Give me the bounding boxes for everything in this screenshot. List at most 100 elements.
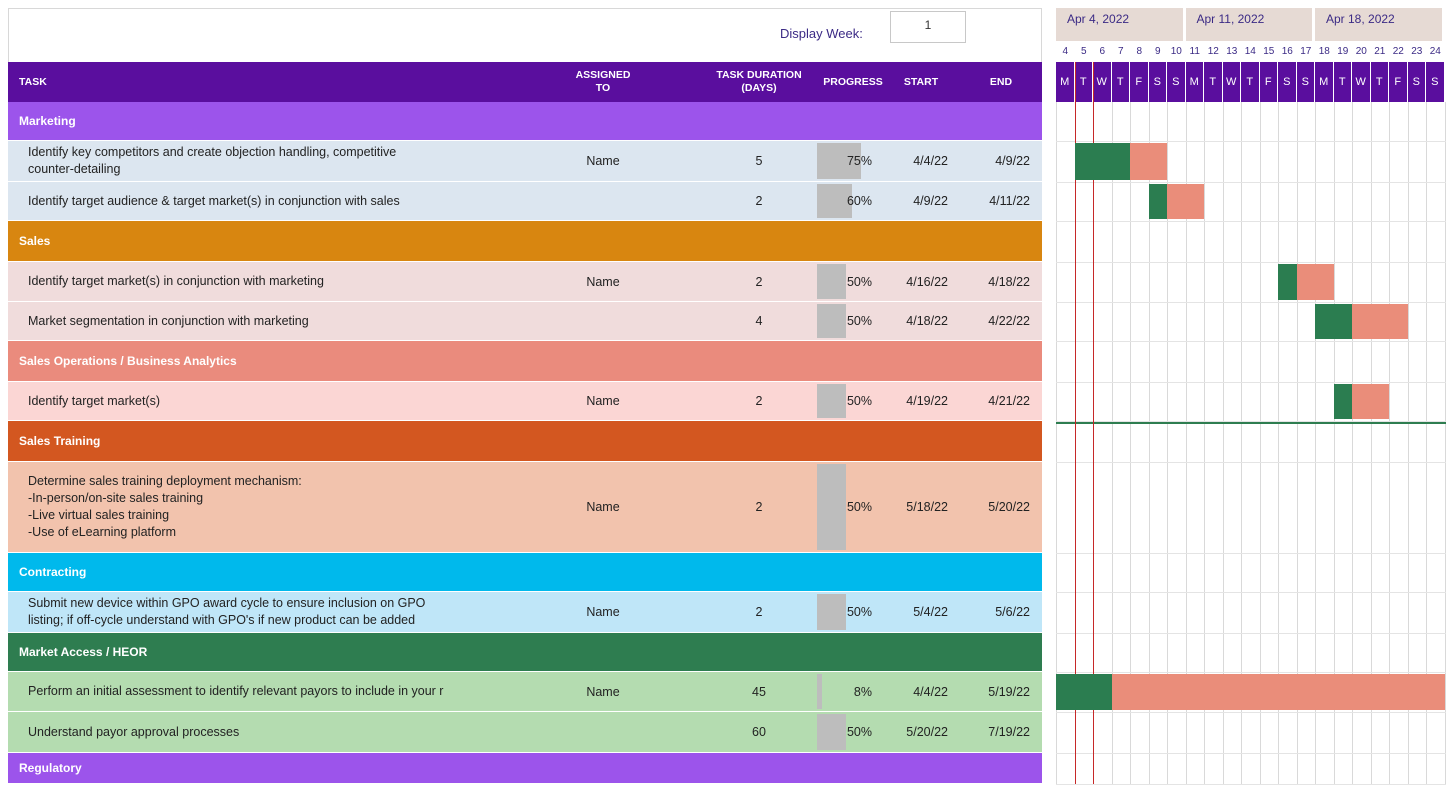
task-name: Determine sales training deployment mech… [28, 474, 302, 539]
gantt-row-line [1056, 302, 1446, 303]
gantt-bar-remaining[interactable] [1296, 264, 1334, 300]
start-date: 4/18/22 [906, 314, 948, 328]
task-row[interactable]: Market segmentation in conjunction with … [8, 302, 1042, 341]
day-number: 5 [1080, 46, 1087, 57]
day-letter: T [1333, 62, 1352, 102]
week-label: Apr 18, 2022 [1315, 8, 1442, 41]
progress-percent: 50% [846, 500, 872, 514]
col-progress[interactable]: PROGRESS [817, 62, 889, 102]
task-row[interactable]: Understand payor approval processes 60 50%… [8, 712, 1042, 753]
task-duration: 4 [755, 314, 763, 328]
progress-bar-fill [817, 304, 846, 338]
top-bar [8, 8, 1042, 62]
progress-cell: 50% [817, 382, 886, 420]
progress-percent: 50% [846, 314, 872, 328]
day-letter: S [1426, 62, 1445, 102]
day-number: 7 [1117, 46, 1124, 57]
task-row[interactable]: Perform an initial assessment to identif… [8, 672, 1042, 712]
day-number: 11 [1189, 46, 1200, 57]
day-letter: W [1222, 62, 1241, 102]
day-number: 13 [1226, 46, 1238, 57]
gantt-bar-completed[interactable] [1278, 264, 1297, 300]
day-letter: S [1167, 62, 1186, 102]
start-date: 5/4/22 [913, 605, 948, 619]
gantt-bar-remaining[interactable] [1111, 674, 1445, 710]
gantt-row-line [1056, 141, 1446, 142]
assigned-to: Name [586, 684, 620, 699]
col-task[interactable]: TASK [19, 62, 99, 102]
category-row[interactable]: Contracting [8, 553, 1042, 592]
category-row[interactable]: Market Access / HEOR [8, 633, 1042, 672]
task-duration: 5 [755, 154, 763, 168]
day-letter: T [1204, 62, 1223, 102]
day-letter: S [1296, 62, 1315, 102]
day-letter: M [1056, 62, 1075, 102]
day-number: 17 [1300, 46, 1312, 57]
day-number: 8 [1136, 46, 1143, 57]
column-header: TASK ASSIGNED TO TASK DURATION (DAYS) PR… [8, 62, 1042, 102]
col-end[interactable]: END [976, 62, 1026, 102]
day-number: 14 [1244, 46, 1256, 57]
progress-cell: 8% [817, 672, 886, 711]
col-assigned-to[interactable]: ASSIGNED TO [560, 62, 646, 102]
category-row[interactable]: Sales Training [8, 421, 1042, 462]
gantt-bar-completed[interactable] [1148, 184, 1167, 219]
gantt-row-line [1056, 672, 1446, 673]
day-letter: W [1093, 62, 1112, 102]
category-row[interactable]: Marketing [8, 102, 1042, 141]
gantt-bar-completed[interactable] [1333, 384, 1352, 419]
gantt-chart: Apr 4, 2022 Apr 11, 2022 Apr 18, 2022 4 5 6 7 8… [1056, 8, 1446, 785]
gantt-row-line [1056, 262, 1446, 263]
category-row[interactable]: Sales [8, 221, 1042, 262]
progress-percent: 50% [846, 274, 872, 289]
day-number: 6 [1099, 46, 1106, 57]
task-row[interactable]: Identify target audience & target market… [8, 182, 1042, 221]
start-date: 4/19/22 [906, 394, 948, 408]
task-row[interactable]: Identify target market(s) Name 2 50% 4/19/22… [8, 382, 1042, 421]
gantt-gridline [1444, 102, 1446, 784]
day-number: 23 [1411, 46, 1423, 57]
task-row[interactable]: Identify key competitors and create obje… [8, 141, 1042, 182]
gantt-row-line [1056, 341, 1446, 342]
day-number: 4 [1062, 46, 1069, 57]
gantt-bar-remaining[interactable] [1352, 304, 1408, 339]
category-name: Sales [19, 234, 51, 248]
progress-cell: 50% [817, 262, 886, 301]
end-date: 4/9/22 [995, 154, 1030, 168]
category-name: Contracting [19, 565, 87, 579]
progress-percent: 75% [846, 154, 872, 168]
gantt-bar-remaining[interactable] [1352, 384, 1389, 419]
day-letter: M [1315, 62, 1334, 102]
col-task-duration[interactable]: TASK DURATION (DAYS) [708, 62, 810, 102]
gantt-bar-completed[interactable] [1315, 304, 1352, 339]
day-letter: F [1130, 62, 1149, 102]
day-number: 22 [1392, 46, 1404, 57]
day-letter: F [1259, 62, 1278, 102]
category-name: Market Access / HEOR [19, 645, 148, 659]
progress-cell: 50% [817, 302, 886, 340]
gantt-row-line [1056, 462, 1446, 463]
end-date: 4/21/22 [988, 394, 1030, 408]
day-letter: M [1185, 62, 1204, 102]
day-letter: S [1148, 62, 1167, 102]
display-week-input[interactable]: 1 [890, 11, 966, 43]
gantt-separator [1056, 422, 1446, 424]
end-date: 5/6/22 [995, 605, 1030, 619]
task-row[interactable]: Identify target market(s) in conjunction… [8, 262, 1042, 302]
category-name: Regulatory [19, 761, 82, 775]
col-start[interactable]: START [896, 62, 946, 102]
start-date: 5/20/22 [906, 725, 948, 739]
assigned-to [568, 712, 638, 752]
task-row[interactable]: Determine sales training deployment mech… [8, 462, 1042, 553]
progress-cell: 50% [817, 592, 886, 632]
category-row[interactable]: Sales Operations / Business Analytics [8, 341, 1042, 382]
category-name: Sales Operations / Business Analytics [19, 354, 237, 368]
progress-percent: 60% [846, 194, 872, 208]
gantt-bar-completed[interactable] [1056, 674, 1112, 710]
task-row[interactable]: Submit new device within GPO award cycle… [8, 592, 1042, 633]
start-date: 4/16/22 [906, 274, 948, 289]
gantt-bar-completed[interactable] [1074, 143, 1130, 180]
gantt-bar-remaining[interactable] [1130, 143, 1167, 180]
gantt-bar-remaining[interactable] [1167, 184, 1204, 219]
category-row[interactable]: Regulatory [8, 753, 1042, 784]
